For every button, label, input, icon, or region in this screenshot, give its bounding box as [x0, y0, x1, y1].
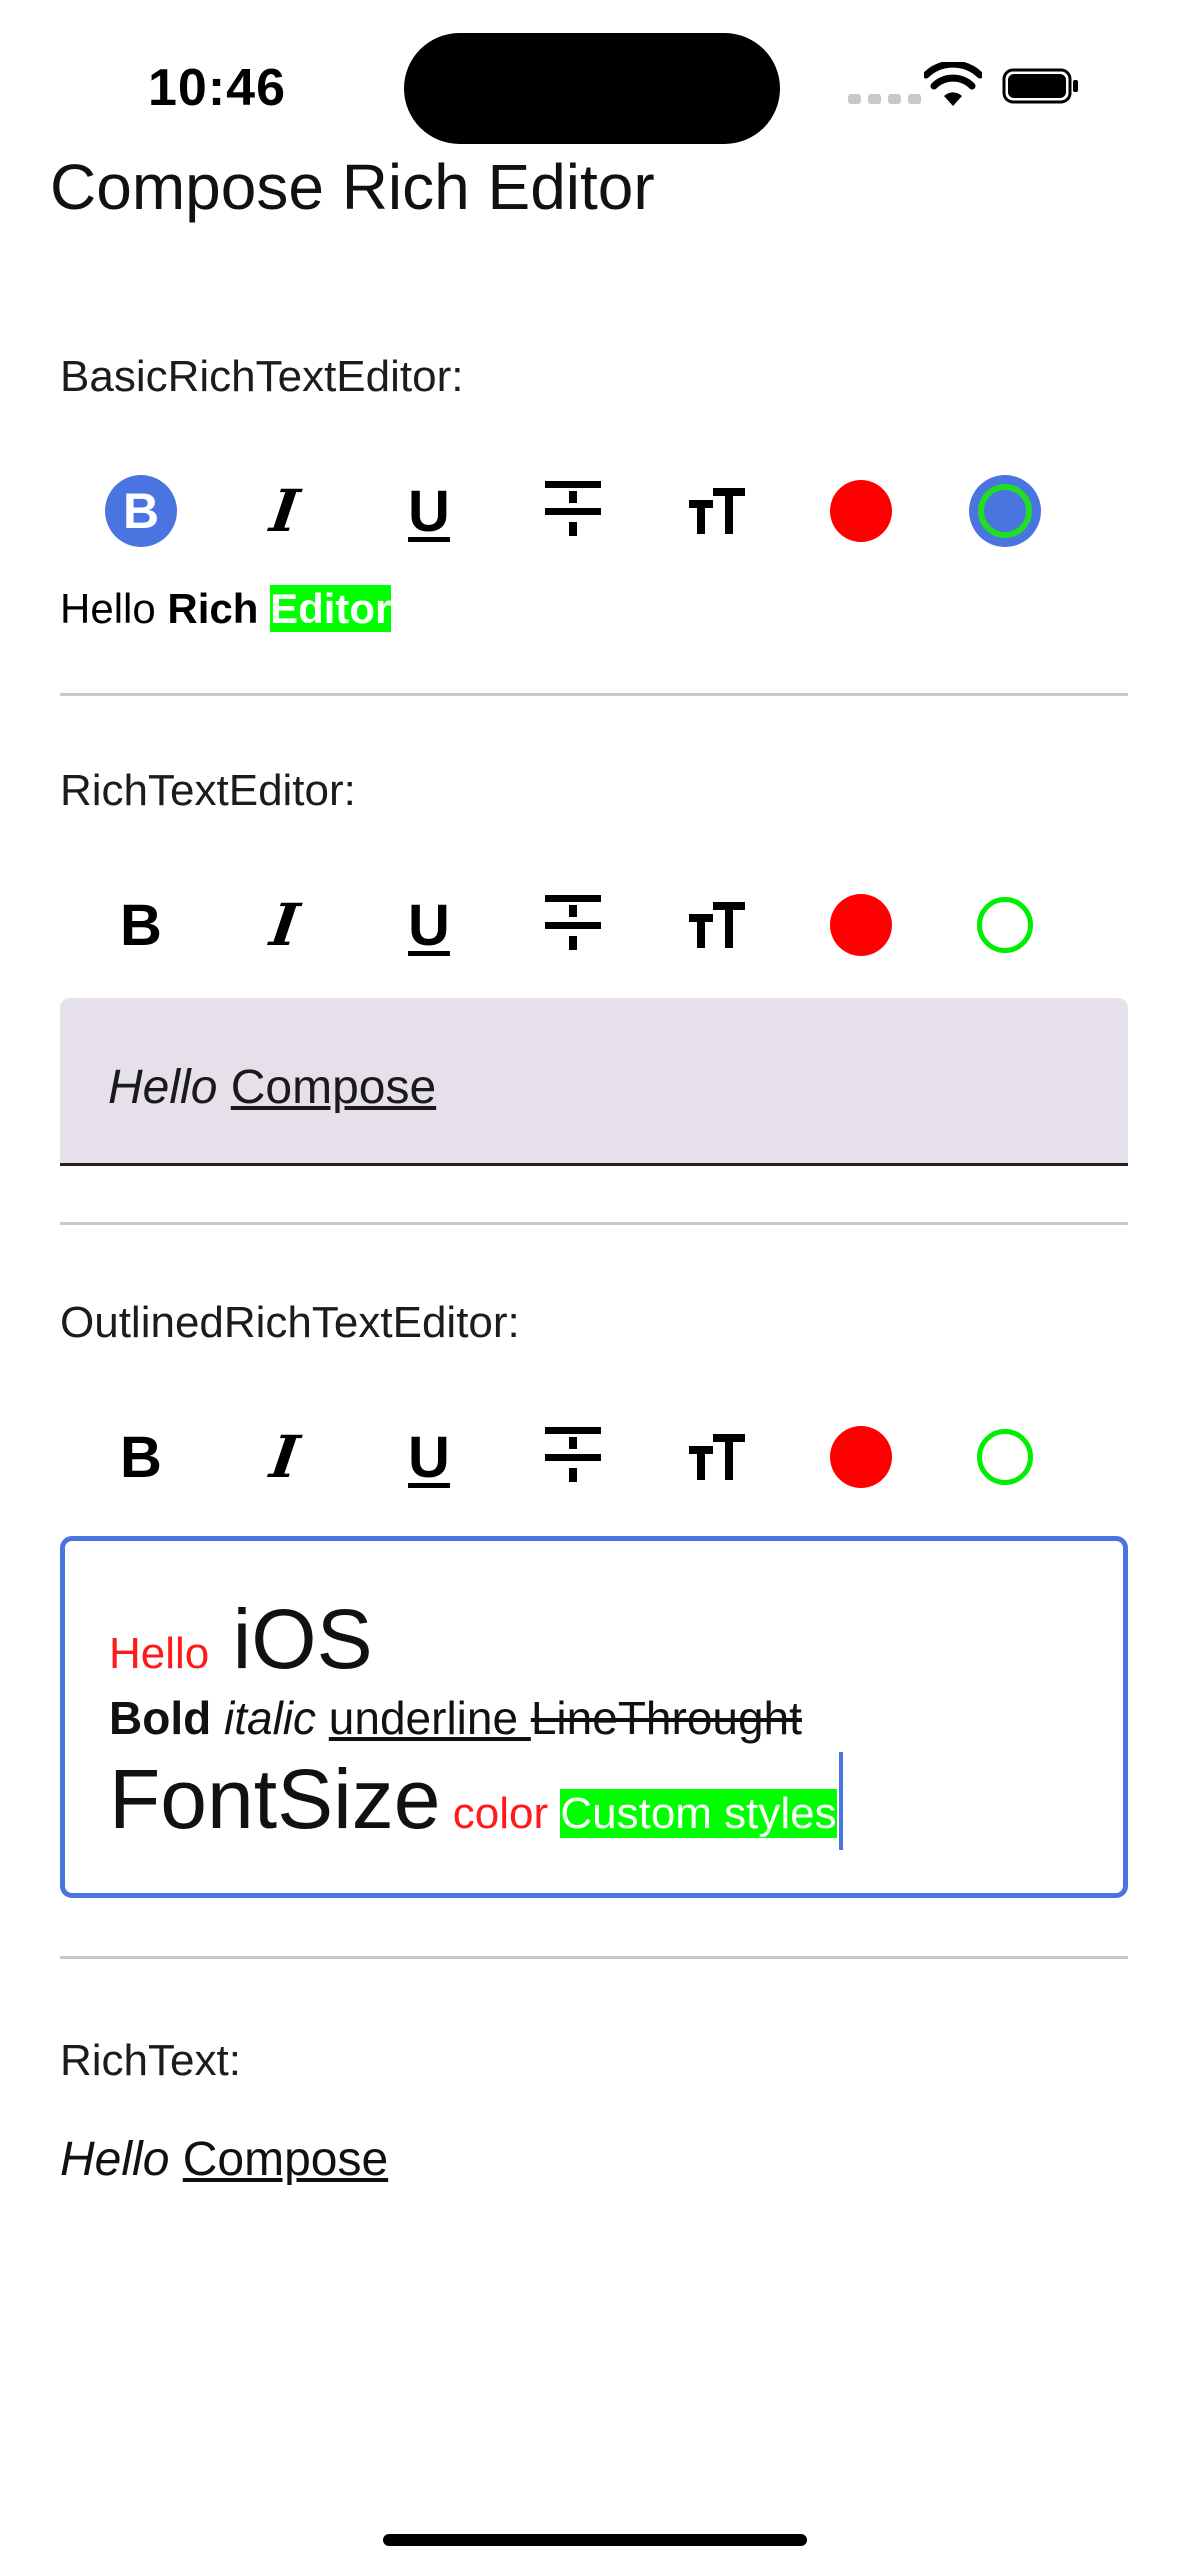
font-size-button[interactable] — [672, 880, 762, 970]
strikethrough-icon — [545, 481, 601, 541]
text-editor-highlight: Editor — [270, 585, 392, 632]
green-highlight-button[interactable] — [960, 466, 1050, 556]
richtext-label: RichText: — [60, 2036, 241, 2085]
rich-editor-toolbar: B I U — [60, 880, 1120, 970]
strikethrough-icon — [545, 1427, 601, 1487]
richtext-content: Hello Compose — [60, 2132, 388, 2187]
italic-icon: I — [266, 891, 304, 959]
green-highlight-icon — [969, 475, 1041, 547]
text-custom-styles: Custom styles — [560, 1789, 837, 1838]
text-hello-italic: Hello — [60, 2133, 170, 2186]
red-color-icon — [830, 1426, 892, 1488]
red-color-button[interactable] — [816, 466, 906, 556]
bold-icon: B — [120, 892, 162, 958]
font-size-icon — [689, 902, 745, 948]
strikethrough-button[interactable] — [528, 880, 618, 970]
text-space — [169, 2133, 182, 2186]
battery-icon — [1002, 68, 1078, 104]
italic-icon: I — [266, 1423, 304, 1491]
outlined-editor-field[interactable]: Hello iOS Bold italic underline LineThro… — [60, 1536, 1128, 1898]
outlined-line-3: FontSize color Custom styles — [109, 1751, 843, 1850]
text-italic: italic — [223, 1692, 317, 1744]
text-bold: Bold — [109, 1692, 212, 1744]
bold-button[interactable]: B — [96, 466, 186, 556]
text-compose-underline: Compose — [230, 1061, 437, 1114]
outlined-editor-label: OutlinedRichTextEditor: — [60, 1298, 520, 1347]
text-hello-italic: Hello — [108, 1061, 218, 1114]
outlined-line-1: Hello iOS — [109, 1591, 373, 1688]
text-hello: Hello — [60, 585, 168, 632]
outlined-editor-toolbar: B I U — [60, 1412, 1120, 1502]
outlined-line-2: Bold italic underline LineThrought — [109, 1691, 802, 1745]
red-color-icon — [830, 480, 892, 542]
text-space — [217, 1061, 230, 1114]
red-color-icon — [830, 894, 892, 956]
wifi-icon — [924, 62, 982, 106]
text-ios-large: iOS — [232, 1592, 373, 1686]
text-space — [258, 585, 270, 632]
font-size-button[interactable] — [672, 1412, 762, 1502]
font-size-icon — [689, 1434, 745, 1480]
rich-editor-text: Hello Compose — [108, 1060, 436, 1115]
italic-button[interactable]: I — [240, 1412, 330, 1502]
strikethrough-button[interactable] — [528, 1412, 618, 1502]
bold-icon: B — [120, 1424, 162, 1490]
text-hello-red: Hello — [109, 1629, 210, 1678]
rich-editor-field[interactable]: Hello Compose — [60, 998, 1128, 1166]
section-divider — [60, 693, 1128, 696]
red-color-button[interactable] — [816, 1412, 906, 1502]
text-rich-bold: Rich — [167, 585, 259, 632]
cellular-signal-icon — [848, 94, 921, 104]
text-fontsize-large: FontSize — [109, 1752, 441, 1846]
italic-button[interactable]: I — [240, 880, 330, 970]
text-underline: underline — [328, 1692, 531, 1744]
basic-editor-toolbar: B I U — [60, 466, 1120, 556]
text-color-red: color — [452, 1789, 549, 1838]
underline-button[interactable]: U — [384, 1412, 474, 1502]
italic-icon: I — [266, 477, 304, 545]
font-size-button[interactable] — [672, 466, 762, 556]
bold-button[interactable]: B — [96, 1412, 186, 1502]
underline-icon: U — [408, 892, 450, 958]
font-size-icon — [689, 488, 745, 534]
text-strikethrough: LineThrought — [530, 1692, 802, 1744]
green-highlight-icon — [977, 1429, 1033, 1485]
status-time: 10:46 — [148, 59, 286, 117]
green-highlight-button[interactable] — [960, 1412, 1050, 1502]
bold-button[interactable]: B — [96, 880, 186, 970]
section-divider — [60, 1956, 1128, 1959]
underline-button[interactable]: U — [384, 880, 474, 970]
app-title: Compose Rich Editor — [50, 151, 655, 223]
basic-editor-text[interactable]: Hello Rich Editor — [60, 585, 392, 633]
text-cursor — [838, 1752, 843, 1850]
underline-icon: U — [408, 478, 450, 544]
strikethrough-button[interactable] — [528, 466, 618, 556]
section-divider — [60, 1222, 1128, 1225]
underline-icon: U — [408, 1424, 450, 1490]
dynamic-island — [404, 33, 780, 144]
home-indicator[interactable] — [383, 2534, 807, 2546]
red-color-button[interactable] — [816, 880, 906, 970]
basic-editor-label: BasicRichTextEditor: — [60, 352, 464, 401]
rich-editor-label: RichTextEditor: — [60, 766, 356, 815]
text-compose-underline: Compose — [182, 2133, 389, 2186]
green-highlight-icon — [977, 897, 1033, 953]
underline-button[interactable]: U — [384, 466, 474, 556]
italic-button[interactable]: I — [240, 466, 330, 556]
strikethrough-icon — [545, 895, 601, 955]
bold-icon: B — [105, 475, 177, 547]
green-highlight-button[interactable] — [960, 880, 1050, 970]
